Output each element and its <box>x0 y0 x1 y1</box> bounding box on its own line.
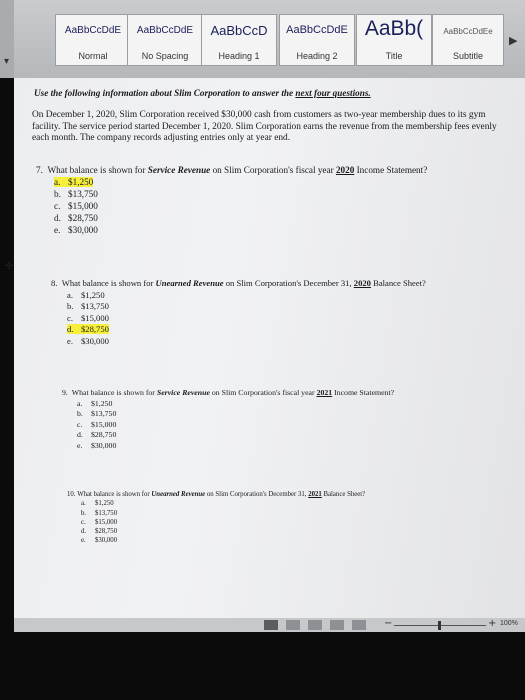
style-sample: AaBbCcDdE <box>64 25 122 36</box>
gallery-next-arrow-icon[interactable]: ▶ <box>509 34 517 47</box>
question-stem: 7. What balance is shown for Service Rev… <box>36 164 427 176</box>
question-7: 7. What balance is shown for Service Rev… <box>36 164 427 236</box>
zoom-slider-thumb[interactable] <box>438 621 441 630</box>
status-bar: − + 100% <box>14 618 525 632</box>
style-sample: AaBbCcD <box>210 23 268 38</box>
question-year: 2020 <box>335 165 355 175</box>
style-sample: AaBb( <box>364 17 424 40</box>
choice-b: b. $13,750 <box>67 301 109 311</box>
question-suffix: Balance Sheet? <box>321 491 366 498</box>
choice-b: b. $13,750 <box>77 409 117 418</box>
question-stem: 8. What balance is shown for Unearned Re… <box>51 278 426 290</box>
instruction-emphasis: next four questions. <box>295 88 371 98</box>
choice-c: c. $15,000 <box>67 312 109 323</box>
zoom-out-button[interactable]: − <box>384 618 392 629</box>
styles-ribbon: ▾ AaBbCcDdE Normal AaBbCcDdE No Spacing … <box>0 0 525 78</box>
instruction-text: Use the following information about Slim… <box>34 88 296 98</box>
question-suffix: Income Statement? <box>354 165 428 175</box>
style-sample: AaBbCcDdE <box>286 24 348 36</box>
question-suffix: Income Statement? <box>332 388 395 397</box>
web-layout-view-icon[interactable] <box>286 620 300 630</box>
draft-view-icon[interactable] <box>330 620 344 630</box>
question-8: 8. What balance is shown for Unearned Re… <box>51 278 426 347</box>
instruction-line: Use the following information about Slim… <box>34 88 371 98</box>
choice-e: e. $30,000 <box>77 440 117 450</box>
choice-c: c. $15,000 <box>81 518 118 526</box>
style-name: No Spacing <box>141 51 189 61</box>
question-prefix: What balance is shown for <box>77 491 152 498</box>
question-middle: on Slim Corporation's fiscal year <box>210 165 336 175</box>
style-name: Normal <box>78 51 108 61</box>
style-heading-1[interactable]: AaBbCcD Heading 1 <box>201 14 277 66</box>
account-name: Service Revenue <box>147 165 211 175</box>
style-no-spacing[interactable]: AaBbCcDdE No Spacing <box>127 14 203 66</box>
print-layout-view-icon[interactable] <box>264 620 278 630</box>
answer-choices: a. $1,250 b. $13,750 c. $15,000 d. $28,750 e… <box>77 399 394 452</box>
style-name: Subtitle <box>452 51 484 61</box>
question-prefix: What balance is shown for <box>71 388 157 397</box>
question-year: 2021 <box>316 388 333 397</box>
zoom-in-button[interactable]: + <box>488 618 496 629</box>
question-prefix: What balance is shown for <box>47 165 148 175</box>
question-middle: on Slim Corporation's December 31, <box>205 491 309 498</box>
question-number: 10. <box>67 491 76 498</box>
choice-a: a. $1,250 <box>67 289 105 300</box>
outline-view-icon[interactable] <box>308 620 322 630</box>
highlighted-answer: d. $28,750 <box>67 324 109 334</box>
style-title[interactable]: AaBb( Title <box>356 14 432 66</box>
account-name: Service Revenue <box>156 388 210 397</box>
answer-choices: a. $1,250 b. $13,750 c. $15,000 d. $28,750 e… <box>81 499 365 545</box>
choice-d: d. $28,750 <box>54 213 98 223</box>
style-sample: AaBbCcDdE <box>136 25 194 36</box>
style-heading-2[interactable]: AaBbCcDdE Heading 2 <box>279 14 355 66</box>
question-suffix: Balance Sheet? <box>370 278 426 288</box>
choice-c: c. $15,000 <box>54 201 98 211</box>
question-9: 9. What balance is shown for Service Rev… <box>62 388 394 451</box>
chevron-down-icon[interactable]: ▾ <box>4 56 9 67</box>
question-prefix: What balance is shown for <box>61 278 156 288</box>
question-number: 9. <box>62 388 68 397</box>
document-page[interactable]: ✢ Use the following information about Sl… <box>5 78 525 618</box>
highlighted-answer: a. $1,250 <box>54 177 94 187</box>
choice-a: a. $1,250 <box>54 176 427 188</box>
mouse-cursor-icon: ✢ <box>5 261 14 272</box>
question-stem: 10. What balance is shown for Unearned R… <box>67 490 365 499</box>
choice-e: e. $30,000 <box>67 335 109 346</box>
account-name: Unearned Revenue <box>155 278 224 288</box>
account-name: Unearned Revenue <box>151 491 206 498</box>
choice-e: e. $30,000 <box>81 537 118 545</box>
answer-choices: a. $1,250 b. $13,750 c. $15,000 d. $28,750 e… <box>67 290 426 348</box>
choice-d: d. $28,750 <box>81 528 118 536</box>
zoom-percent[interactable]: 100% <box>500 620 518 627</box>
style-name: Heading 1 <box>218 51 260 61</box>
choice-e: e. $30,000 <box>54 225 98 235</box>
choice-a: a. $1,250 <box>77 398 113 408</box>
question-middle: on Slim Corporation's fiscal year <box>209 388 317 397</box>
intro-paragraph: On December 1, 2020, Slim Corporation re… <box>32 110 497 143</box>
question-middle: on Slim Corporation's December 31, <box>223 278 354 288</box>
question-year: 2020 <box>353 278 371 288</box>
choice-b: b. $13,750 <box>81 509 118 517</box>
style-sample: AaBbCcDdEe <box>443 27 493 36</box>
style-subtitle[interactable]: AaBbCcDdEe Subtitle <box>432 14 504 66</box>
question-year: 2021 <box>308 491 322 498</box>
question-stem: 9. What balance is shown for Service Rev… <box>62 388 394 399</box>
choice-a: a. $1,250 <box>81 500 114 508</box>
question-10: 10. What balance is shown for Unearned R… <box>67 490 365 546</box>
answer-choices: a. $1,250 b. $13,750 c. $15,000 d. $28,750 e… <box>54 176 427 236</box>
style-name: Heading 2 <box>296 51 338 61</box>
choice-d: d. $28,750 <box>77 430 117 439</box>
style-normal[interactable]: AaBbCcDdE Normal <box>55 14 131 66</box>
question-number: 7. <box>36 165 43 175</box>
focus-view-icon[interactable] <box>352 620 366 630</box>
choice-d: d. $28,750 <box>67 324 426 336</box>
choice-c: c. $15,000 <box>77 419 117 429</box>
question-number: 8. <box>51 278 58 288</box>
choice-b: b. $13,750 <box>54 189 98 199</box>
style-name: Title <box>385 51 403 61</box>
